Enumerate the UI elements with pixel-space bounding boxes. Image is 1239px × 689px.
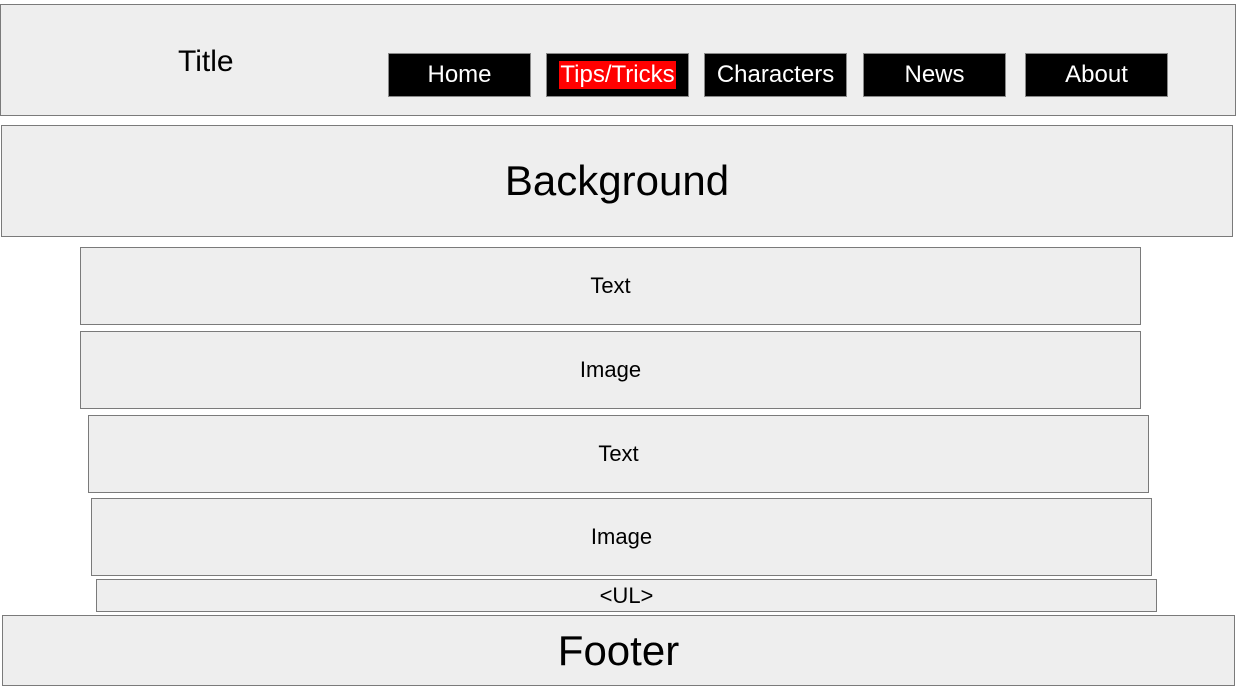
- site-title: Title: [178, 45, 234, 78]
- nav-news-label: News: [904, 61, 965, 88]
- nav-characters-button[interactable]: Characters: [704, 53, 847, 97]
- text-block-2: Text: [88, 415, 1149, 493]
- nav-about-button[interactable]: About: [1025, 53, 1168, 97]
- image-block-label: Image: [579, 357, 642, 382]
- nav-home-label: Home: [427, 61, 492, 88]
- text-block-2-label: Text: [598, 441, 639, 466]
- image-block: Image: [80, 331, 1141, 409]
- footer-label: Footer: [557, 626, 680, 674]
- text-block: Text: [80, 247, 1141, 325]
- unordered-list-label: <UL>: [599, 582, 654, 608]
- background-block: Background: [1, 125, 1233, 237]
- nav-tips-tricks-label: Tips/Tricks: [559, 61, 676, 89]
- image-block-2: Image: [91, 498, 1152, 576]
- header-block: Title Home Tips/Tricks Characters News A…: [0, 4, 1236, 116]
- nav-news-button[interactable]: News: [863, 53, 1006, 97]
- unordered-list-block: <UL>: [96, 579, 1157, 612]
- nav-tips-tricks-button[interactable]: Tips/Tricks: [546, 53, 689, 97]
- text-block-label: Text: [590, 273, 631, 298]
- nav-about-label: About: [1065, 61, 1128, 88]
- background-label: Background: [504, 157, 730, 204]
- nav-home-button[interactable]: Home: [388, 53, 531, 97]
- nav-characters-label: Characters: [716, 61, 835, 88]
- footer-block: Footer: [2, 615, 1235, 686]
- image-block-2-label: Image: [590, 524, 653, 549]
